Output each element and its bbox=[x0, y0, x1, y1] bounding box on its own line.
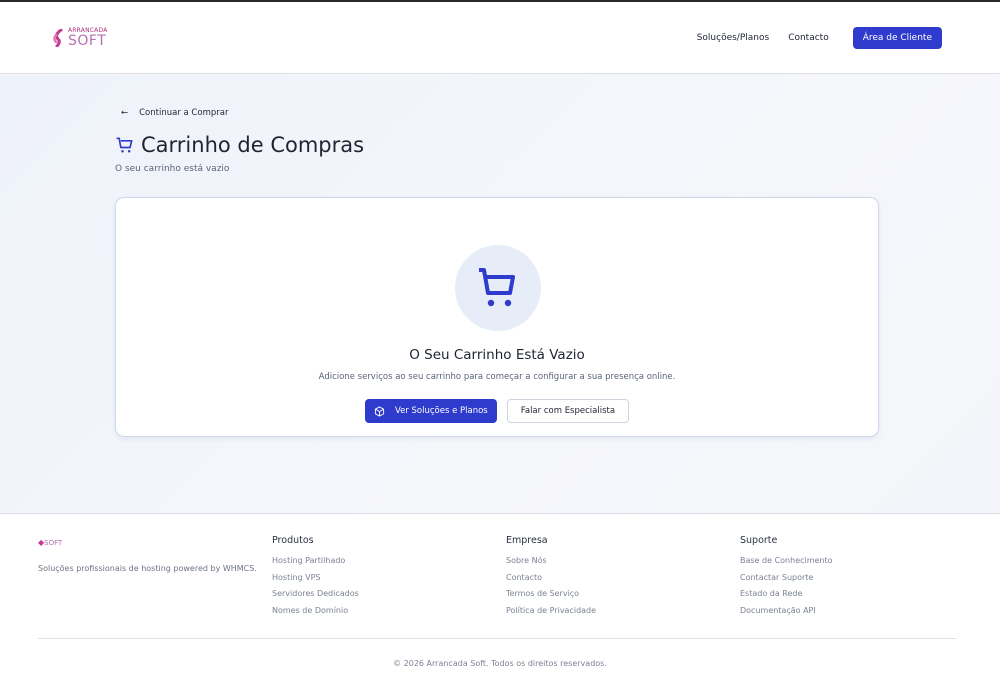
footer-column-products: Produtos Hosting Partilhado Hosting VPS … bbox=[272, 535, 359, 622]
box-icon bbox=[374, 405, 385, 417]
footer-link[interactable]: Hosting VPS bbox=[272, 573, 359, 583]
cart-icon bbox=[116, 137, 133, 153]
cart-main: ← Continuar a Comprar Carrinho de Compra… bbox=[0, 75, 1000, 513]
main-nav: Soluções/Planos Contacto Área de Cliente bbox=[697, 27, 942, 49]
empty-cart-card: O Seu Carrinho Está Vazio Adicione servi… bbox=[115, 197, 879, 437]
footer-logo-text: SOFT bbox=[44, 539, 63, 547]
footer-link[interactable]: Nomes de Domínio bbox=[272, 606, 359, 616]
footer-link[interactable]: Base de Conhecimento bbox=[740, 556, 833, 566]
empty-cart-illustration bbox=[455, 245, 541, 331]
footer-link[interactable]: Hosting Partilhado bbox=[272, 556, 359, 566]
footer-link[interactable]: Documentação API bbox=[740, 606, 833, 616]
footer-link[interactable]: Termos de Serviço bbox=[506, 589, 596, 599]
footer-column-support: Suporte Base de Conhecimento Contactar S… bbox=[740, 535, 833, 622]
footer-column-title: Produtos bbox=[272, 535, 314, 546]
brand-logo-icon bbox=[53, 29, 63, 47]
empty-cart-text: Adicione serviços ao seu carrinho para c… bbox=[318, 372, 676, 382]
client-area-button[interactable]: Área de Cliente bbox=[852, 27, 942, 49]
footer-description: Soluções profissionais de hosting powere… bbox=[38, 564, 257, 573]
footer-column-title: Suporte bbox=[740, 535, 778, 546]
talk-to-specialist-button[interactable]: Falar com Especialista bbox=[506, 399, 630, 423]
cart-icon bbox=[479, 268, 515, 307]
empty-cart-heading: O Seu Carrinho Está Vazio bbox=[409, 347, 585, 363]
footer-divider bbox=[38, 638, 956, 639]
footer-link[interactable]: Sobre Nós bbox=[506, 556, 596, 566]
site-footer: ◆SOFT Soluções profissionais de hosting … bbox=[0, 513, 1000, 686]
view-solutions-button[interactable]: Ver Soluções e Planos bbox=[364, 399, 497, 423]
copyright: © 2026 Arrancada Soft. Todos os direitos… bbox=[393, 659, 607, 668]
footer-link[interactable]: Servidores Dedicados bbox=[272, 589, 359, 599]
view-solutions-label: Ver Soluções e Planos bbox=[394, 406, 488, 416]
footer-link[interactable]: Contacto bbox=[506, 573, 596, 583]
footer-link[interactable]: Política de Privacidade bbox=[506, 606, 596, 616]
site-header: ARRANCADA SOFT Soluções/Planos Contacto Á… bbox=[0, 2, 1000, 74]
brand-logo[interactable]: ARRANCADA SOFT bbox=[52, 28, 108, 48]
footer-column-title: Empresa bbox=[506, 535, 548, 546]
page-subtitle: O seu carrinho está vazio bbox=[115, 164, 230, 174]
continue-shopping-label: Continuar a Comprar bbox=[139, 108, 229, 118]
continue-shopping-link[interactable]: ← Continuar a Comprar bbox=[121, 108, 228, 118]
footer-link[interactable]: Estado da Rede bbox=[740, 589, 833, 599]
brand-name-bottom: SOFT bbox=[68, 33, 107, 49]
arrow-left-icon: ← bbox=[121, 108, 129, 118]
footer-column-company: Empresa Sobre Nós Contacto Termos de Ser… bbox=[506, 535, 596, 622]
footer-logo: ◆SOFT bbox=[38, 538, 63, 547]
footer-link[interactable]: Contactar Suporte bbox=[740, 573, 833, 583]
nav-solutions[interactable]: Soluções/Planos bbox=[697, 33, 769, 43]
nav-contact[interactable]: Contacto bbox=[788, 33, 829, 43]
page-title: Carrinho de Compras bbox=[141, 133, 365, 157]
